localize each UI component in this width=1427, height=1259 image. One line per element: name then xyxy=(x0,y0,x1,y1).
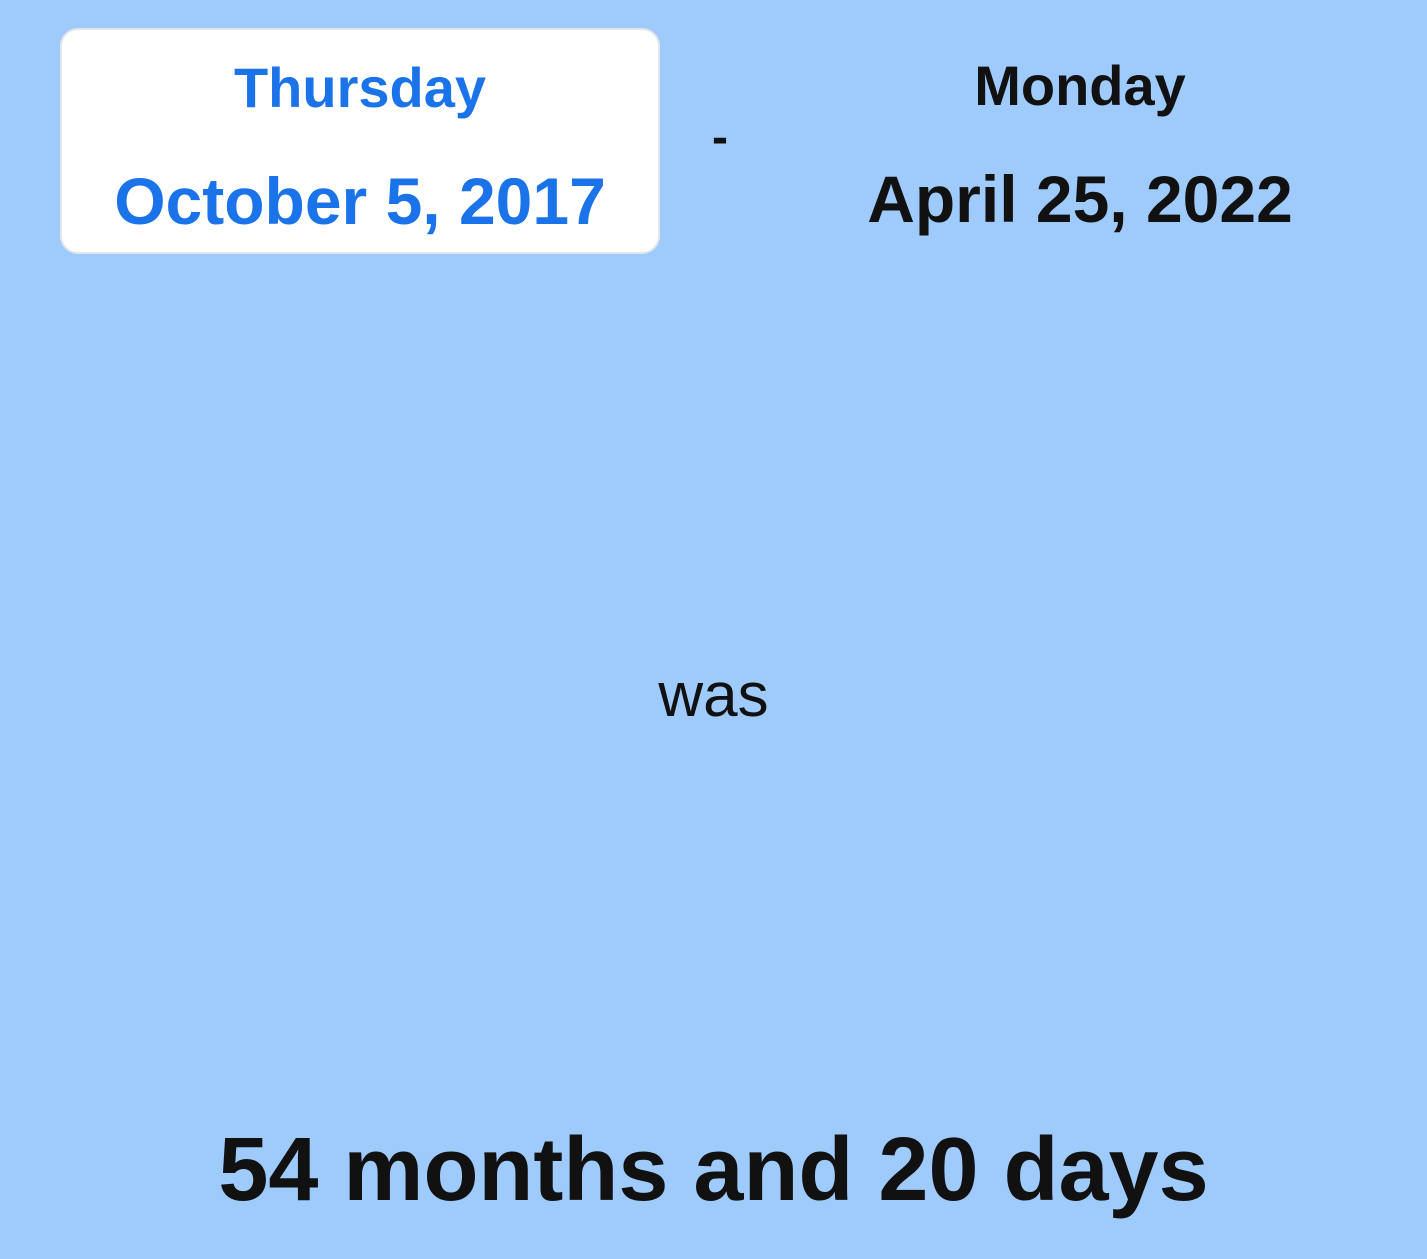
end-date: April 25, 2022 xyxy=(867,162,1293,236)
start-date: October 5, 2017 xyxy=(114,164,606,238)
duration-result: 54 months and 20 days xyxy=(218,1120,1209,1220)
end-weekday: Monday xyxy=(974,54,1186,117)
start-weekday: Thursday xyxy=(233,56,487,119)
start-date-picker[interactable]: Thursday October 5, 2017 xyxy=(60,28,660,254)
connector-label: was xyxy=(658,661,769,730)
end-date-picker[interactable]: Monday April 25, 2022 xyxy=(780,28,1380,254)
date-separator: - xyxy=(712,111,728,164)
